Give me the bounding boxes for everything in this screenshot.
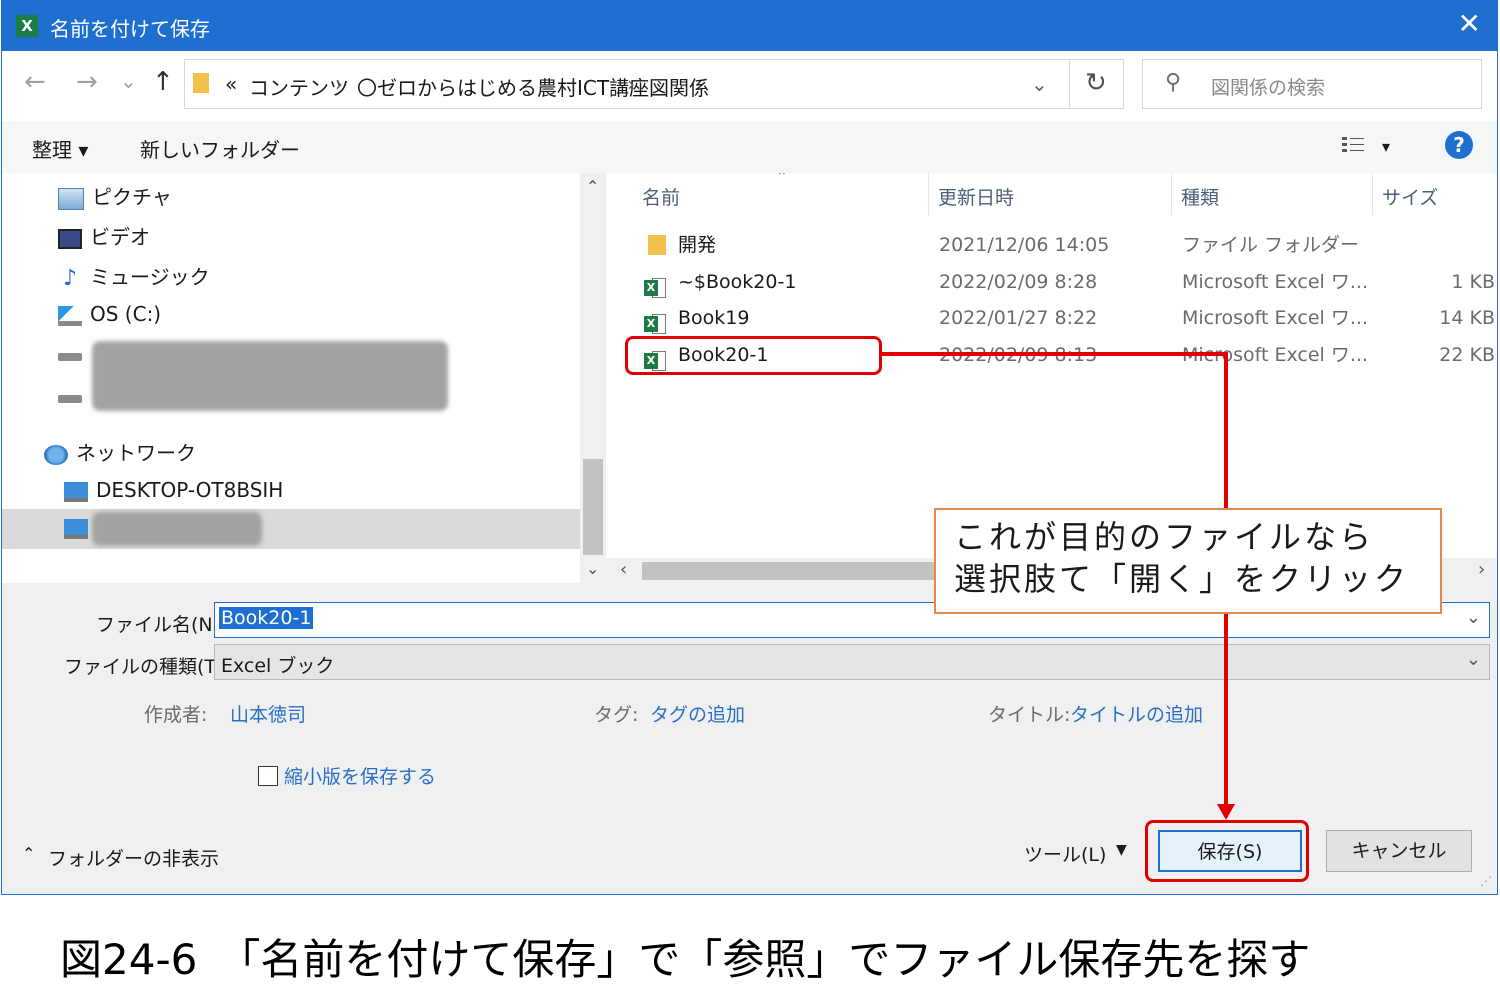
figure-caption: 図24-6 「名前を付けて保存」で「参照」でファイル保存先を探す bbox=[60, 935, 1311, 984]
callout-line-2: 選択肢て「開く」をクリック bbox=[954, 560, 1410, 598]
callout-line-1: これが目的のファイルなら bbox=[954, 518, 1375, 556]
annotation-arrow bbox=[880, 352, 1235, 820]
highlight-file-box bbox=[625, 336, 882, 375]
highlight-save-box bbox=[1145, 820, 1309, 882]
annotation-callout: これが目的のファイルなら 選択肢て「開く」をクリック bbox=[934, 508, 1442, 614]
